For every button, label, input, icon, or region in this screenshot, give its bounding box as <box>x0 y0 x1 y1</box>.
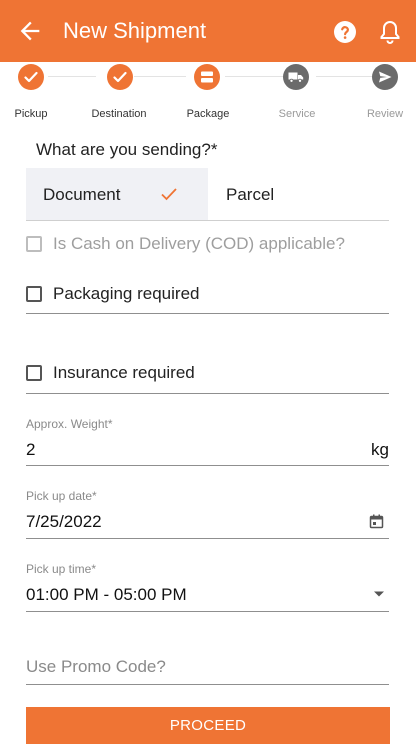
pickup-date-input[interactable]: 7/25/2022 <box>26 512 102 532</box>
bell-icon[interactable] <box>378 19 402 45</box>
progress-stepper: Pickup Destination Package Service Revie… <box>0 62 416 124</box>
weight-input[interactable]: 2 <box>26 440 35 460</box>
insurance-label: Insurance required <box>53 363 195 382</box>
step-label-service: Service <box>278 108 316 120</box>
chevron-down-icon[interactable] <box>373 590 385 598</box>
check-icon <box>161 188 177 201</box>
proceed-button[interactable]: PROCEED <box>26 707 390 744</box>
truck-icon <box>288 72 304 83</box>
step-service-pending[interactable] <box>283 64 309 90</box>
step-connector <box>134 76 186 77</box>
step-connector <box>48 76 96 77</box>
weight-label: Approx. Weight* <box>26 417 113 431</box>
packaging-checkbox[interactable] <box>26 286 42 302</box>
step-connector <box>225 76 283 77</box>
send-icon <box>379 71 392 83</box>
step-label-destination: Destination <box>91 108 147 120</box>
weight-unit: kg <box>371 440 389 459</box>
parcel-option[interactable]: Parcel <box>208 168 389 221</box>
step-label-pickup: Pickup <box>14 108 48 120</box>
step-label-package: Package <box>186 108 230 120</box>
pickup-time-select[interactable]: 01:00 PM - 05:00 PM <box>26 585 187 605</box>
insurance-underline <box>26 393 389 394</box>
promo-underline <box>26 684 389 685</box>
step-review-pending[interactable] <box>372 64 398 90</box>
packaging-label: Packaging required <box>53 284 200 303</box>
step-pickup-done[interactable] <box>18 64 44 90</box>
pickup-date-label: Pick up date* <box>26 489 97 503</box>
document-option-label: Document <box>43 185 121 204</box>
cod-label: Is Cash on Delivery (COD) applicable? <box>53 234 345 253</box>
step-destination-done[interactable] <box>107 64 133 90</box>
pickup-time-label: Pick up time* <box>26 562 97 576</box>
step-package-current[interactable] <box>194 64 220 90</box>
check-icon <box>24 71 38 83</box>
check-icon <box>113 71 127 83</box>
promo-code-input[interactable]: Use Promo Code? <box>26 657 166 677</box>
page-title: New Shipment <box>63 18 207 43</box>
calendar-icon[interactable] <box>369 514 384 529</box>
cod-checkbox[interactable] <box>26 236 42 252</box>
document-option[interactable]: Document <box>26 168 208 221</box>
parcel-option-label: Parcel <box>226 185 275 204</box>
shipment-type-question: What are you sending?* <box>36 140 218 159</box>
step-connector <box>316 76 372 77</box>
pickup-date-underline <box>26 538 389 539</box>
arrow-left-icon[interactable] <box>16 17 44 45</box>
weight-underline <box>26 465 389 466</box>
insurance-checkbox[interactable] <box>26 365 42 381</box>
app-bar: New Shipment <box>0 0 416 62</box>
help-circle-icon[interactable] <box>333 20 357 44</box>
pickup-time-underline <box>26 611 389 612</box>
package-icon <box>201 71 213 83</box>
packaging-underline <box>26 313 389 314</box>
step-label-review: Review <box>366 108 404 120</box>
